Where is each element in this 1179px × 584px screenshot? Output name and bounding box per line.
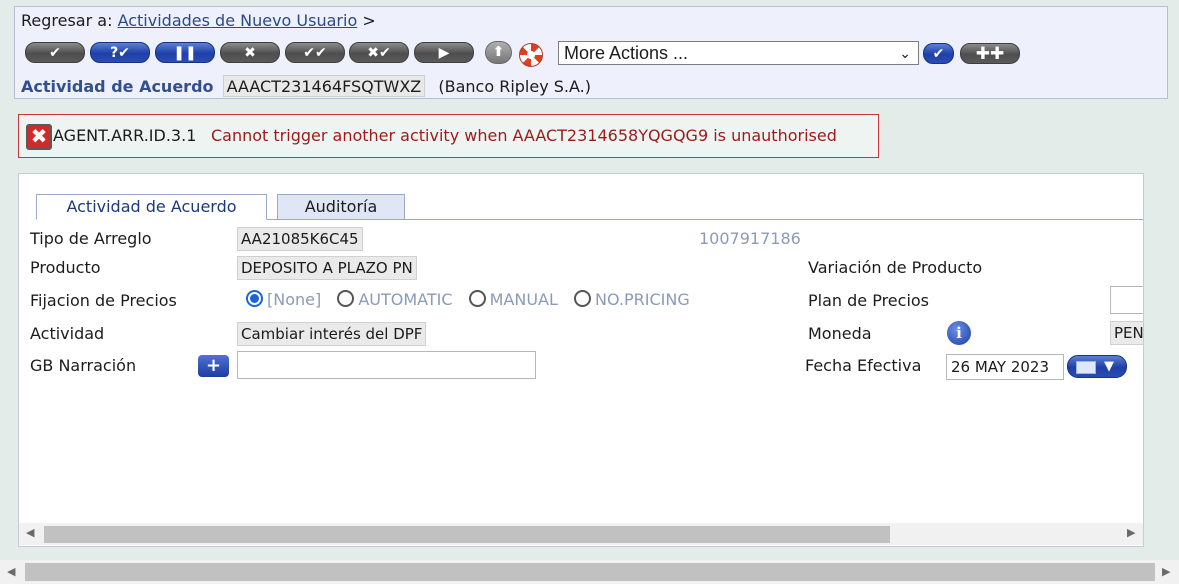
tipo-label: Tipo de Arreglo [30,229,152,248]
narracion-label: GB Narración [30,356,137,375]
scroll-right-icon[interactable]: ▶ [1162,565,1170,578]
producto-label: Producto [30,258,101,277]
actividad-label: Actividad [30,324,105,343]
agreement-label: Actividad de Acuerdo [21,77,214,96]
plan-input[interactable] [1110,286,1143,314]
add-button[interactable]: ✚✚ [960,43,1020,64]
page-horizontal-scrollbar[interactable]: ◀ ▶ [0,560,1179,584]
fecha-label: Fecha Efectiva [805,356,922,375]
validate-button[interactable]: ✔ [25,42,85,63]
variacion-label: Variación de Producto [808,258,983,277]
fijacion-label: Fijacion de Precios [30,291,177,310]
scroll-left-icon[interactable]: ◀ [7,565,15,578]
agreement-id: AAACT231464FSQTWXZ [222,75,426,97]
plan-label: Plan de Precios [808,291,930,310]
add-narration-button[interactable]: + [198,355,229,377]
moneda-label: Moneda [808,324,872,343]
radio-selected-icon[interactable] [246,290,263,307]
inner-horizontal-scrollbar[interactable]: ◀ ▶ [19,523,1143,545]
moneda-value: PEN [1110,321,1143,345]
scroll-thumb[interactable] [25,563,1155,581]
pricing-radio-group: [None] AUTOMATIC MANUAL NO.PRICING [246,290,701,309]
fecha-input[interactable]: 26 MAY 2023 [946,354,1064,380]
header-panel: Regresar a: Actividades de Nuevo Usuario… [14,6,1168,99]
radio-icon[interactable] [337,290,355,307]
calendar-icon [1076,361,1096,374]
pricing-option-automatic[interactable]: AUTOMATIC [337,290,453,309]
go-button[interactable]: ✔ [923,43,954,64]
error-code: AGENT.ARR.ID.3.1 [53,126,197,145]
narration-input[interactable] [237,351,536,379]
pricing-option-none[interactable]: [None] [246,290,321,309]
error-message-box: ✖ AGENT.ARR.ID.3.1 Cannot trigger anothe… [18,114,879,158]
back-link[interactable]: Actividades de Nuevo Usuario [118,11,358,30]
radio-icon[interactable] [574,290,592,307]
radio-icon[interactable] [468,290,486,307]
help-validate-button[interactable]: ?✔ [90,42,150,63]
agreement-row: Actividad de Acuerdo AAACT231464FSQTWXZ … [21,75,591,97]
scroll-left-icon[interactable]: ◀ [26,526,34,539]
tab-actividad-de-acuerdo[interactable]: Actividad de Acuerdo [36,194,267,220]
tipo-value: AA21085K6C45 [237,227,363,251]
pricing-option-manual[interactable]: MANUAL [468,290,558,309]
upload-icon[interactable]: ⬆ [485,41,512,64]
cancel-button[interactable]: ✖ [220,42,280,63]
pricing-option-no-pricing[interactable]: NO.PRICING [574,290,690,309]
next-button[interactable]: ▶ [414,42,474,63]
scroll-thumb[interactable] [44,526,890,543]
producto-value: DEPOSITO A PLAZO PN [237,256,417,280]
error-icon: ✖ [26,124,52,150]
error-text: Cannot trigger another activity when AAA… [211,126,837,145]
info-icon[interactable]: i [947,321,971,345]
authorise-button[interactable]: ✔✔ [285,42,345,63]
scroll-right-icon[interactable]: ▶ [1127,526,1135,539]
more-actions-select[interactable]: More Actions ... ⌄ [558,41,919,65]
main-content: Actividad de Acuerdo Auditoría Tipo de A… [18,173,1144,547]
customer-id: 1007917186 [699,229,801,248]
tab-auditoria[interactable]: Auditoría [277,194,405,220]
more-actions-value: More Actions ... [564,43,689,63]
calendar-button[interactable]: ▼ [1067,355,1127,378]
lifebuoy-icon[interactable] [519,43,543,67]
actividad-value: Cambiar interés del DPF [237,322,427,346]
reverse-button[interactable]: ✖✔ [349,42,409,63]
back-suffix: > [362,11,376,30]
agreement-bank: (Banco Ripley S.A.) [438,77,591,96]
back-prefix: Regresar a: [21,11,113,30]
breadcrumb: Regresar a: Actividades de Nuevo Usuario… [21,11,376,30]
chevron-down-icon: ⌄ [899,45,911,61]
hold-button[interactable]: ❚❚ [155,42,215,63]
chevron-down-icon: ▼ [1104,359,1114,374]
